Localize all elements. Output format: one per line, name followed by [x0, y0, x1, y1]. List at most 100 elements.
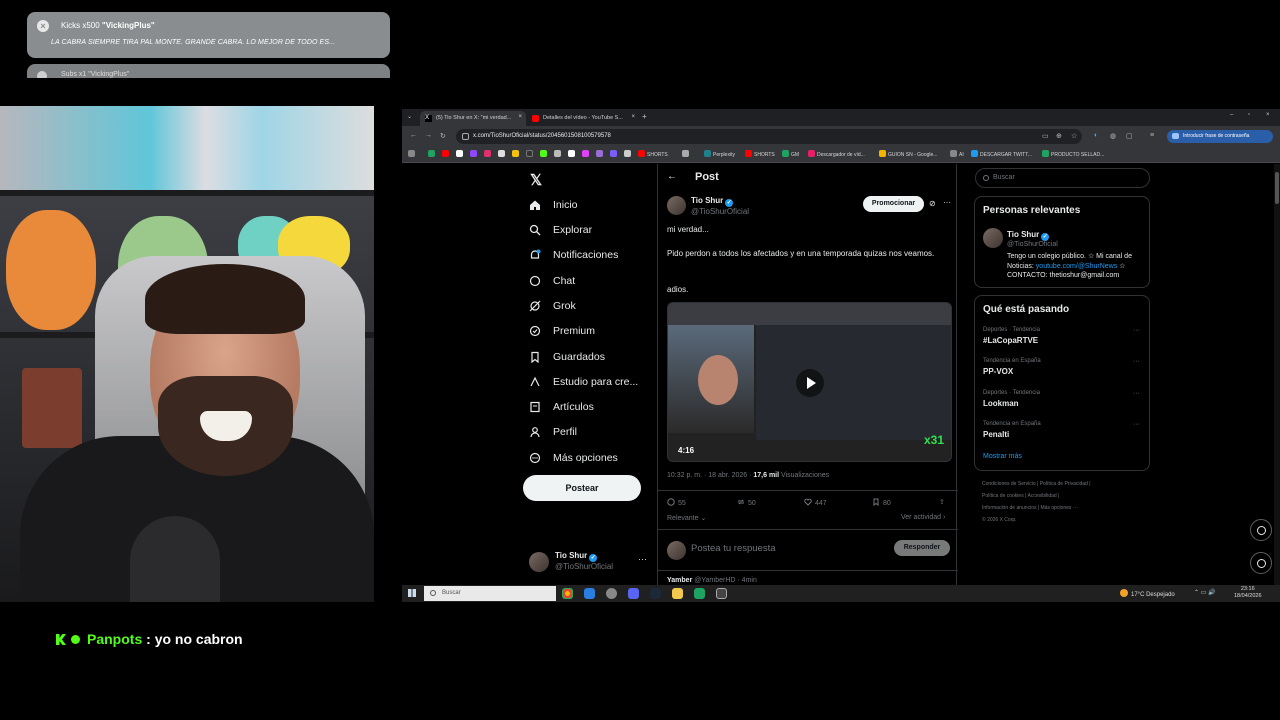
tab-x-post[interactable]: X (5) Tio Shur en X: "mi verdad... × — [420, 111, 526, 126]
avatar[interactable] — [667, 196, 686, 215]
postear-button[interactable]: Postear — [523, 475, 641, 501]
close-window-icon[interactable]: × — [1266, 112, 1270, 118]
footer-links[interactable]: Política de cookies | Accesibilidad | — [982, 490, 1157, 502]
more-dots-icon[interactable]: ··· — [943, 198, 951, 207]
bookmark-perplexity[interactable]: Perplexity — [704, 150, 735, 160]
more-dots-icon[interactable]: ··· — [1133, 390, 1140, 397]
trend-name[interactable]: PP-VOX — [983, 367, 1013, 376]
app-icon[interactable] — [584, 588, 595, 599]
reload-icon[interactable]: ↻ — [440, 132, 446, 140]
bookmark-favicon[interactable] — [682, 150, 691, 160]
taskbar-search-input[interactable]: Buscar — [424, 586, 556, 601]
more-dots-icon[interactable]: ··· — [1133, 421, 1140, 428]
scrollbar-thumb[interactable] — [1275, 172, 1279, 204]
close-icon[interactable]: × — [37, 20, 49, 32]
chrome-icon[interactable] — [562, 588, 573, 599]
bookmark-favicon[interactable] — [554, 150, 563, 160]
search-input[interactable]: Buscar — [975, 168, 1150, 188]
bookmark-ai[interactable]: AI — [950, 150, 964, 160]
discord-icon[interactable] — [628, 588, 639, 599]
bookmark-favicon[interactable] — [624, 150, 633, 160]
author-name[interactable]: Tio Shur ✓ — [691, 196, 734, 207]
scrollbar[interactable] — [1274, 164, 1280, 585]
bookmark-favicon[interactable] — [484, 150, 493, 160]
tab-search-icon[interactable]: ⌄ — [407, 113, 412, 120]
bookmark-favicon[interactable] — [512, 150, 521, 160]
app-icon[interactable] — [606, 588, 617, 599]
extensions-puzzle-icon[interactable]: ▢ — [1126, 132, 1133, 140]
maximize-icon[interactable]: ▫ — [1248, 112, 1250, 118]
bookmark-favicon[interactable] — [540, 150, 549, 160]
tab-youtube-studio[interactable]: Detalles del vídeo - YouTube S... × — [527, 111, 639, 126]
author-handle[interactable]: @TioShurOficial — [691, 207, 749, 216]
back-icon[interactable]: ← — [410, 132, 417, 139]
system-tray-icons[interactable]: ⌃ ▭ 🔊 — [1194, 589, 1216, 596]
minimize-icon[interactable]: – — [1230, 112, 1233, 118]
bookmark-shorts-2[interactable]: SHORTS — [745, 150, 775, 160]
extension-icon[interactable]: ◐ — [1094, 132, 1098, 139]
bookmark-favicon[interactable] — [456, 150, 465, 160]
trend-name[interactable]: Lookman — [983, 399, 1019, 408]
more-dots-icon[interactable]: ··· — [1133, 358, 1140, 365]
bookmark-favicon[interactable] — [470, 150, 479, 160]
tab-sidebar-icon[interactable]: ≡ — [1150, 132, 1154, 139]
more-dots-icon[interactable]: ··· — [638, 554, 647, 564]
account-switcher[interactable]: Tio Shur ✓ @TioShurOficial ··· — [529, 550, 659, 578]
grok-icon[interactable]: ⊘ — [929, 199, 936, 208]
reply-button[interactable]: Responder — [894, 540, 950, 556]
footer-links[interactable]: Condiciones de Servicio | Política de Pr… — [982, 478, 1157, 490]
cast-icon[interactable]: ▭ — [1042, 132, 1049, 140]
star-icon[interactable]: ☆ — [1071, 132, 1077, 140]
app-icon[interactable] — [716, 588, 727, 599]
repost-action[interactable]: 50 — [737, 498, 756, 507]
footer-links[interactable]: Información de anuncios | Más opciones ·… — [982, 502, 1157, 514]
like-action[interactable]: 447 — [804, 498, 827, 507]
grok-fab-button[interactable] — [1250, 519, 1272, 541]
reply-item[interactable]: Yamber @YamberHD · 4min — [667, 577, 757, 584]
trend-name[interactable]: #LaCopaRTVE — [983, 336, 1038, 345]
bookmark-action[interactable]: 80 — [872, 498, 891, 507]
chat-fab-button[interactable] — [1250, 552, 1272, 574]
zoom-icon[interactable]: ⊕ — [1056, 132, 1062, 140]
reply-action[interactable]: 55 — [667, 498, 686, 507]
bookmark-apps-icon[interactable] — [408, 150, 417, 160]
bookmark-favicon[interactable] — [610, 150, 619, 160]
bookmark-descargar-twitter[interactable]: DESCARGAR TWITT... — [971, 150, 1032, 160]
bookmark-producto[interactable]: PRODUCTO SELLAD... — [1042, 150, 1104, 160]
file-explorer-icon[interactable] — [672, 588, 683, 599]
reply-input[interactable]: Postea tu respuesta — [691, 543, 776, 554]
close-icon[interactable]: × — [518, 114, 522, 120]
sort-dropdown[interactable]: Relevante ⌄ — [667, 514, 706, 522]
bookmark-gm[interactable]: GM — [782, 150, 799, 160]
app-icon[interactable] — [694, 588, 705, 599]
taskbar-clock[interactable]: 23:16 18/04/2026 — [1234, 586, 1262, 600]
bookmark-shorts[interactable]: SHORTS — [638, 150, 668, 160]
weather-widget[interactable]: 17°C Despejado — [1120, 589, 1175, 598]
x-logo-icon[interactable]: 𝕏 — [530, 171, 542, 189]
forward-icon[interactable]: → — [425, 132, 432, 139]
post-video[interactable]: 4:16 x31 — [667, 302, 952, 462]
site-info-icon[interactable] — [462, 133, 469, 140]
back-arrow-icon[interactable]: ← — [667, 171, 677, 182]
trend-name[interactable]: Penalti — [983, 430, 1009, 439]
windows-start-icon[interactable] — [408, 589, 416, 597]
bookmark-favicon[interactable] — [526, 150, 535, 160]
bookmark-favicon[interactable] — [498, 150, 507, 160]
show-more-link[interactable]: Mostrar más — [983, 453, 1022, 460]
bookmark-favicon[interactable] — [582, 150, 591, 160]
url-input[interactable]: x.com/TioShurOficial/status/204560150810… — [456, 129, 1082, 144]
reply-composer[interactable]: Postea tu respuesta Responder — [658, 529, 958, 571]
more-dots-icon[interactable]: ··· — [1133, 327, 1140, 334]
view-activity-link[interactable]: Ver actividad › — [901, 514, 945, 521]
password-button[interactable]: Introducir frase de contraseña — [1167, 130, 1273, 143]
share-icon[interactable]: ⇪ — [939, 498, 945, 506]
avatar[interactable] — [983, 228, 1003, 248]
close-icon[interactable]: × — [631, 114, 635, 120]
bookmark-favicon[interactable] — [428, 150, 437, 160]
bookmark-favicon[interactable] — [596, 150, 605, 160]
new-tab-icon[interactable]: + — [642, 112, 647, 121]
person-name[interactable]: Tio Shur ✓ — [1007, 230, 1050, 241]
bookmark-guion[interactable]: GUION SN - Google... — [879, 150, 937, 160]
steam-icon[interactable] — [650, 588, 661, 599]
bookmark-favicon[interactable] — [568, 150, 577, 160]
